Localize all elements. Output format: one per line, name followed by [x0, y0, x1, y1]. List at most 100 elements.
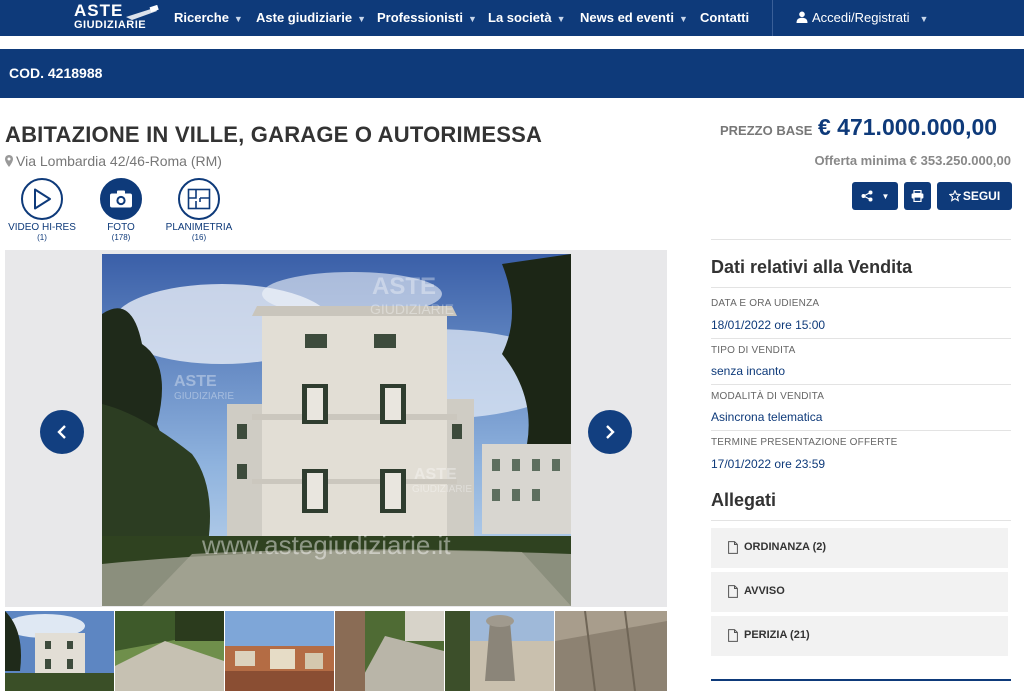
divider [711, 430, 1011, 431]
nav-contatti[interactable]: Contatti [700, 10, 749, 25]
divider [711, 520, 1011, 521]
listing-address-text: Via Lombardia 42/46-Roma (RM) [16, 153, 222, 169]
nav-ricerche-label: Ricerche [174, 10, 229, 25]
chevron-down-icon: ▼ [919, 14, 929, 24]
attachment-avviso[interactable]: AVVISO [711, 572, 1008, 612]
camera-icon [100, 178, 142, 220]
svg-text:ASTE: ASTE [372, 273, 436, 300]
media-video-count: (1) [37, 233, 47, 242]
thumbnail-6[interactable] [555, 611, 667, 691]
chevron-down-icon: ▼ [233, 14, 243, 24]
gallery-prev-button[interactable] [40, 410, 84, 454]
floorplan-icon [178, 178, 220, 220]
chevron-down-icon: ▼ [357, 14, 366, 24]
attachment-perizia[interactable]: PERIZIA (21) [711, 616, 1008, 656]
thumbnail-1[interactable] [5, 611, 114, 691]
media-photos[interactable]: FOTO (178) [81, 178, 161, 242]
nav-ricerche[interactable]: Ricerche ▼ [174, 10, 243, 25]
price-label: PREZZO BASE [720, 123, 813, 138]
sale-data-heading: Dati relativi alla Vendita [711, 257, 913, 277]
media-photos-count: (178) [111, 233, 131, 242]
sale-value-type: senza incanto [711, 364, 786, 378]
printer-icon [911, 190, 924, 202]
media-video[interactable]: VIDEO HI-RES (1) [2, 178, 82, 242]
listing-address: Via Lombardia 42/46-Roma (RM) [5, 153, 222, 169]
chevron-right-icon [606, 425, 615, 439]
document-icon [728, 541, 738, 554]
share-icon [861, 190, 873, 202]
main-photo[interactable]: ASTE GIUDIZIARIE ASTE GIUDIZIARIE ASTE G… [102, 254, 571, 606]
chevron-down-icon: ▼ [678, 14, 688, 24]
divider [711, 338, 1011, 339]
document-icon [728, 629, 738, 642]
top-navbar: ASTE GIUDIZIARIE Ricerche ▼ Aste giudizia… [0, 0, 1024, 36]
map-pin-icon [5, 155, 13, 167]
caret-down-icon: ▼ [881, 191, 890, 201]
nav-contatti-label: Contatti [700, 10, 750, 25]
listing-code-bar: COD. 4218988 [0, 49, 1024, 98]
chevron-left-icon [57, 425, 66, 439]
follow-label: SEGUI [962, 189, 1001, 203]
nav-aste-giudiziarie[interactable]: Aste giudiziarie ▼ [256, 10, 366, 25]
thumbnail-5[interactable] [445, 611, 554, 691]
follow-button[interactable]: SEGUI [937, 182, 1012, 210]
chevron-down-icon: ▼ [467, 14, 477, 24]
site-logo[interactable]: ASTE GIUDIZIARIE [74, 1, 164, 35]
print-button[interactable] [904, 182, 931, 210]
attachment-ordinanza-label: ORDINANZA (2) [744, 541, 827, 553]
nav-news-label: News ed eventi [580, 10, 674, 25]
nav-professionisti[interactable]: Professionisti ▼ [377, 10, 477, 25]
login-menu[interactable]: Accedi/Registrati ▼ [796, 10, 928, 25]
photo-gallery: ASTE GIUDIZIARIE ASTE GIUDIZIARIE ASTE G… [5, 250, 667, 607]
media-photos-label: FOTO [107, 222, 135, 233]
thumbnail-3[interactable] [225, 611, 334, 691]
sale-label-hearing: DATA E ORA UDIENZA [711, 298, 820, 309]
nav-societa-label: La società [488, 10, 552, 25]
base-price: € 471.000.000,00 [818, 114, 998, 140]
attachment-ordinanza[interactable]: ORDINANZA (2) [711, 528, 1008, 568]
divider [711, 239, 1011, 240]
photo-watermark: www.astegiudiziarie.it [201, 530, 451, 560]
user-icon [796, 11, 808, 23]
document-icon [728, 585, 738, 598]
svg-text:ASTE: ASTE [174, 373, 217, 390]
attachment-perizia-label: PERIZIA (21) [744, 629, 810, 641]
gallery-next-button[interactable] [588, 410, 632, 454]
listing-title: ABITAZIONE IN VILLE, GARAGE O AUTORIMESS… [5, 122, 543, 147]
divider [711, 287, 1011, 288]
gavel-icon [126, 5, 159, 20]
thumbnail-2[interactable] [115, 611, 224, 691]
nav-la-societa[interactable]: La società ▼ [488, 10, 566, 25]
media-video-label: VIDEO HI-RES [8, 222, 76, 233]
attachment-avviso-label: AVVISO [744, 585, 785, 597]
svg-text:ASTE: ASTE [414, 466, 457, 483]
thumbnail-strip [5, 611, 667, 691]
bottom-section-edge [711, 679, 1011, 699]
svg-text:GIUDIZIARIE: GIUDIZIARIE [174, 391, 234, 402]
sale-value-deadline: 17/01/2022 ore 23:59 [711, 457, 826, 471]
chevron-down-icon: ▼ [556, 14, 566, 24]
sale-label-mode: MODALITÀ DI VENDITA [711, 391, 825, 402]
divider [711, 384, 1011, 385]
nav-news-eventi[interactable]: News ed eventi ▼ [580, 10, 688, 25]
logo-text-top: ASTE [74, 1, 124, 20]
minimum-offer: Offerta minima € 353.250.000,00 [814, 153, 1011, 168]
thumbnail-4[interactable] [335, 611, 444, 691]
nav-divider [772, 0, 773, 36]
nav-professionisti-label: Professionisti [377, 10, 463, 25]
svg-text:GIUDIZIARIE: GIUDIZIARIE [412, 484, 472, 495]
sale-label-type: TIPO DI VENDITA [711, 345, 796, 356]
share-button[interactable]: ▼ [852, 182, 898, 210]
sale-value-mode: Asincrona telematica [711, 410, 823, 424]
nav-aste-label: Aste giudiziarie [256, 10, 353, 25]
sale-value-hearing: 18/01/2022 ore 15:00 [711, 318, 826, 332]
login-label: Accedi/Registrati [812, 10, 910, 25]
media-floorplan[interactable]: PLANIMETRIA (16) [159, 178, 239, 242]
sale-label-deadline: TERMINE PRESENTAZIONE OFFERTE [711, 437, 898, 448]
star-icon [948, 190, 961, 202]
play-icon [21, 178, 63, 220]
attachments-heading: Allegati [711, 490, 777, 510]
media-floorplan-count: (16) [191, 233, 207, 242]
svg-text:GIUDIZIARIE: GIUDIZIARIE [370, 301, 454, 317]
listing-code: COD. 4218988 [9, 65, 103, 81]
